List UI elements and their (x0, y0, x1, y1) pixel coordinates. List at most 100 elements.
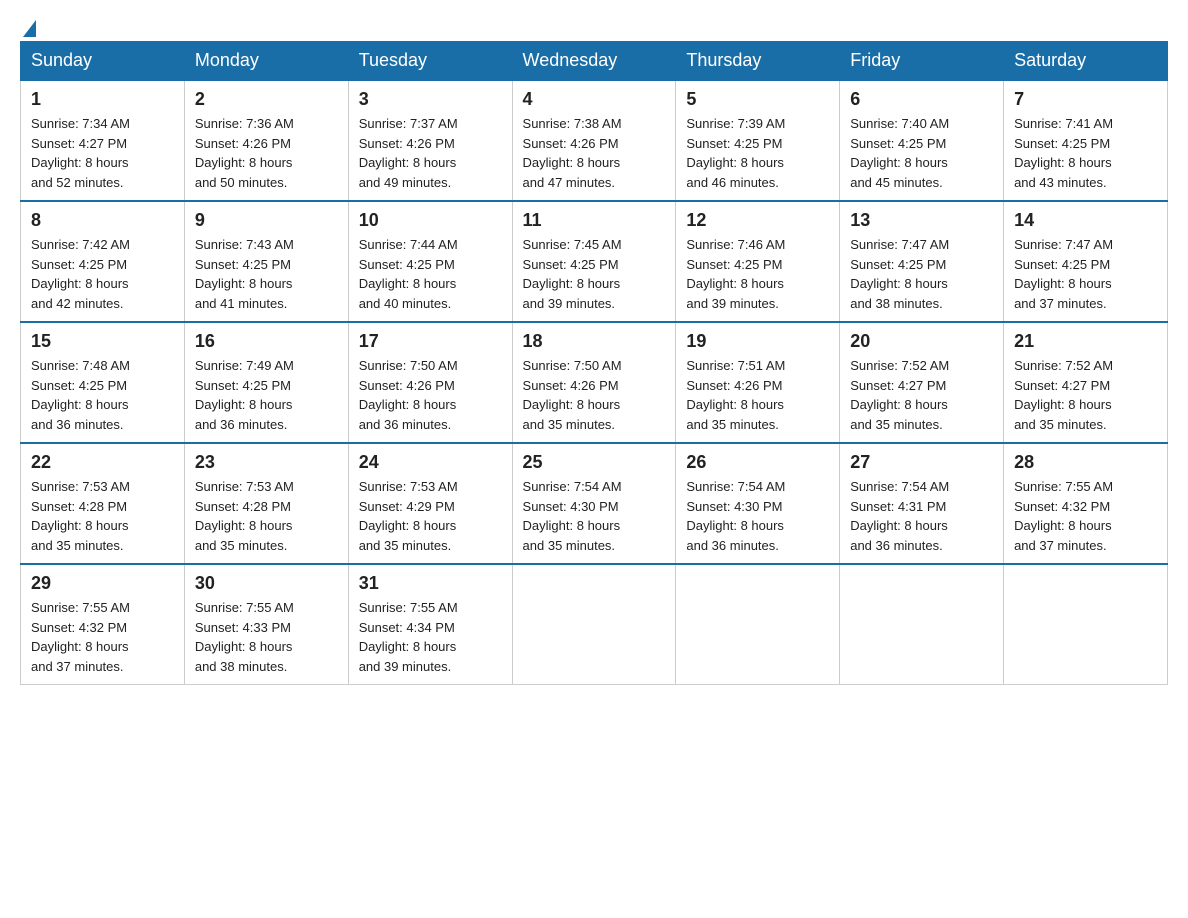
week-row-2: 8 Sunrise: 7:42 AMSunset: 4:25 PMDaylight… (21, 201, 1168, 322)
page-header (20, 20, 1168, 31)
logo-triangle-icon (23, 20, 36, 37)
day-number: 19 (686, 331, 829, 352)
day-cell: 31 Sunrise: 7:55 AMSunset: 4:34 PMDayligh… (348, 564, 512, 685)
day-number: 2 (195, 89, 338, 110)
day-cell: 24 Sunrise: 7:53 AMSunset: 4:29 PMDayligh… (348, 443, 512, 564)
day-number: 23 (195, 452, 338, 473)
day-number: 9 (195, 210, 338, 231)
day-cell: 6 Sunrise: 7:40 AMSunset: 4:25 PMDaylight… (840, 80, 1004, 201)
day-info: Sunrise: 7:36 AMSunset: 4:26 PMDaylight:… (195, 114, 338, 192)
week-row-1: 1Sunrise: 7:34 AMSunset: 4:27 PMDaylight… (21, 80, 1168, 201)
day-info: Sunrise: 7:54 AMSunset: 4:30 PMDaylight:… (523, 477, 666, 555)
day-cell: 21 Sunrise: 7:52 AMSunset: 4:27 PMDayligh… (1004, 322, 1168, 443)
day-cell: 23 Sunrise: 7:53 AMSunset: 4:28 PMDayligh… (184, 443, 348, 564)
day-info: Sunrise: 7:47 AMSunset: 4:25 PMDaylight:… (850, 235, 993, 313)
day-info: Sunrise: 7:47 AMSunset: 4:25 PMDaylight:… (1014, 235, 1157, 313)
day-info: Sunrise: 7:42 AMSunset: 4:25 PMDaylight:… (31, 235, 174, 313)
day-cell: 30Sunrise: 7:55 AMSunset: 4:33 PMDayligh… (184, 564, 348, 685)
day-number: 15 (31, 331, 174, 352)
day-info: Sunrise: 7:46 AMSunset: 4:25 PMDaylight:… (686, 235, 829, 313)
day-number: 11 (523, 210, 666, 231)
day-cell: 29 Sunrise: 7:55 AMSunset: 4:32 PMDayligh… (21, 564, 185, 685)
day-info: Sunrise: 7:54 AMSunset: 4:30 PMDaylight:… (686, 477, 829, 555)
day-number: 22 (31, 452, 174, 473)
day-cell (1004, 564, 1168, 685)
day-cell: 17 Sunrise: 7:50 AMSunset: 4:26 PMDayligh… (348, 322, 512, 443)
day-number: 24 (359, 452, 502, 473)
day-cell: 3Sunrise: 7:37 AMSunset: 4:26 PMDaylight… (348, 80, 512, 201)
day-number: 14 (1014, 210, 1157, 231)
day-number: 16 (195, 331, 338, 352)
day-cell: 28Sunrise: 7:55 AMSunset: 4:32 PMDayligh… (1004, 443, 1168, 564)
day-info: Sunrise: 7:34 AMSunset: 4:27 PMDaylight:… (31, 114, 174, 192)
day-info: Sunrise: 7:51 AMSunset: 4:26 PMDaylight:… (686, 356, 829, 434)
day-info: Sunrise: 7:55 AMSunset: 4:32 PMDaylight:… (31, 598, 174, 676)
col-header-sunday: Sunday (21, 42, 185, 81)
calendar-table: SundayMondayTuesdayWednesdayThursdayFrid… (20, 41, 1168, 685)
day-info: Sunrise: 7:44 AMSunset: 4:25 PMDaylight:… (359, 235, 502, 313)
day-number: 30 (195, 573, 338, 594)
day-info: Sunrise: 7:39 AMSunset: 4:25 PMDaylight:… (686, 114, 829, 192)
day-info: Sunrise: 7:53 AMSunset: 4:28 PMDaylight:… (195, 477, 338, 555)
day-number: 28 (1014, 452, 1157, 473)
col-header-thursday: Thursday (676, 42, 840, 81)
day-info: Sunrise: 7:38 AMSunset: 4:26 PMDaylight:… (523, 114, 666, 192)
week-row-5: 29 Sunrise: 7:55 AMSunset: 4:32 PMDayligh… (21, 564, 1168, 685)
day-number: 13 (850, 210, 993, 231)
day-cell: 12 Sunrise: 7:46 AMSunset: 4:25 PMDayligh… (676, 201, 840, 322)
day-cell (840, 564, 1004, 685)
day-info: Sunrise: 7:52 AMSunset: 4:27 PMDaylight:… (850, 356, 993, 434)
day-number: 12 (686, 210, 829, 231)
day-number: 7 (1014, 89, 1157, 110)
day-number: 27 (850, 452, 993, 473)
day-number: 21 (1014, 331, 1157, 352)
col-header-tuesday: Tuesday (348, 42, 512, 81)
day-info: Sunrise: 7:41 AMSunset: 4:25 PMDaylight:… (1014, 114, 1157, 192)
day-cell: 8 Sunrise: 7:42 AMSunset: 4:25 PMDaylight… (21, 201, 185, 322)
day-info: Sunrise: 7:49 AMSunset: 4:25 PMDaylight:… (195, 356, 338, 434)
day-cell: 27Sunrise: 7:54 AMSunset: 4:31 PMDayligh… (840, 443, 1004, 564)
day-cell: 20 Sunrise: 7:52 AMSunset: 4:27 PMDayligh… (840, 322, 1004, 443)
day-number: 10 (359, 210, 502, 231)
day-info: Sunrise: 7:53 AMSunset: 4:29 PMDaylight:… (359, 477, 502, 555)
day-cell: 2 Sunrise: 7:36 AMSunset: 4:26 PMDaylight… (184, 80, 348, 201)
day-cell: 22 Sunrise: 7:53 AMSunset: 4:28 PMDayligh… (21, 443, 185, 564)
day-number: 29 (31, 573, 174, 594)
day-cell: 9 Sunrise: 7:43 AMSunset: 4:25 PMDaylight… (184, 201, 348, 322)
day-number: 8 (31, 210, 174, 231)
day-number: 5 (686, 89, 829, 110)
day-cell: 5 Sunrise: 7:39 AMSunset: 4:25 PMDaylight… (676, 80, 840, 201)
day-info: Sunrise: 7:43 AMSunset: 4:25 PMDaylight:… (195, 235, 338, 313)
day-info: Sunrise: 7:50 AMSunset: 4:26 PMDaylight:… (359, 356, 502, 434)
week-row-3: 15Sunrise: 7:48 AMSunset: 4:25 PMDayligh… (21, 322, 1168, 443)
col-header-saturday: Saturday (1004, 42, 1168, 81)
day-info: Sunrise: 7:40 AMSunset: 4:25 PMDaylight:… (850, 114, 993, 192)
day-cell: 11Sunrise: 7:45 AMSunset: 4:25 PMDayligh… (512, 201, 676, 322)
day-cell: 19 Sunrise: 7:51 AMSunset: 4:26 PMDayligh… (676, 322, 840, 443)
day-cell (676, 564, 840, 685)
day-number: 18 (523, 331, 666, 352)
day-cell: 14 Sunrise: 7:47 AMSunset: 4:25 PMDayligh… (1004, 201, 1168, 322)
day-number: 20 (850, 331, 993, 352)
day-cell: 4 Sunrise: 7:38 AMSunset: 4:26 PMDaylight… (512, 80, 676, 201)
day-cell: 16 Sunrise: 7:49 AMSunset: 4:25 PMDayligh… (184, 322, 348, 443)
day-number: 31 (359, 573, 502, 594)
day-cell: 13 Sunrise: 7:47 AMSunset: 4:25 PMDayligh… (840, 201, 1004, 322)
week-row-4: 22 Sunrise: 7:53 AMSunset: 4:28 PMDayligh… (21, 443, 1168, 564)
day-info: Sunrise: 7:52 AMSunset: 4:27 PMDaylight:… (1014, 356, 1157, 434)
day-number: 25 (523, 452, 666, 473)
day-info: Sunrise: 7:53 AMSunset: 4:28 PMDaylight:… (31, 477, 174, 555)
day-cell: 26 Sunrise: 7:54 AMSunset: 4:30 PMDayligh… (676, 443, 840, 564)
calendar-header-row: SundayMondayTuesdayWednesdayThursdayFrid… (21, 42, 1168, 81)
day-cell: 10 Sunrise: 7:44 AMSunset: 4:25 PMDayligh… (348, 201, 512, 322)
day-cell (512, 564, 676, 685)
day-number: 26 (686, 452, 829, 473)
day-number: 17 (359, 331, 502, 352)
logo (20, 20, 39, 31)
day-cell: 1Sunrise: 7:34 AMSunset: 4:27 PMDaylight… (21, 80, 185, 201)
day-number: 4 (523, 89, 666, 110)
col-header-wednesday: Wednesday (512, 42, 676, 81)
day-number: 3 (359, 89, 502, 110)
day-number: 6 (850, 89, 993, 110)
day-info: Sunrise: 7:55 AMSunset: 4:34 PMDaylight:… (359, 598, 502, 676)
